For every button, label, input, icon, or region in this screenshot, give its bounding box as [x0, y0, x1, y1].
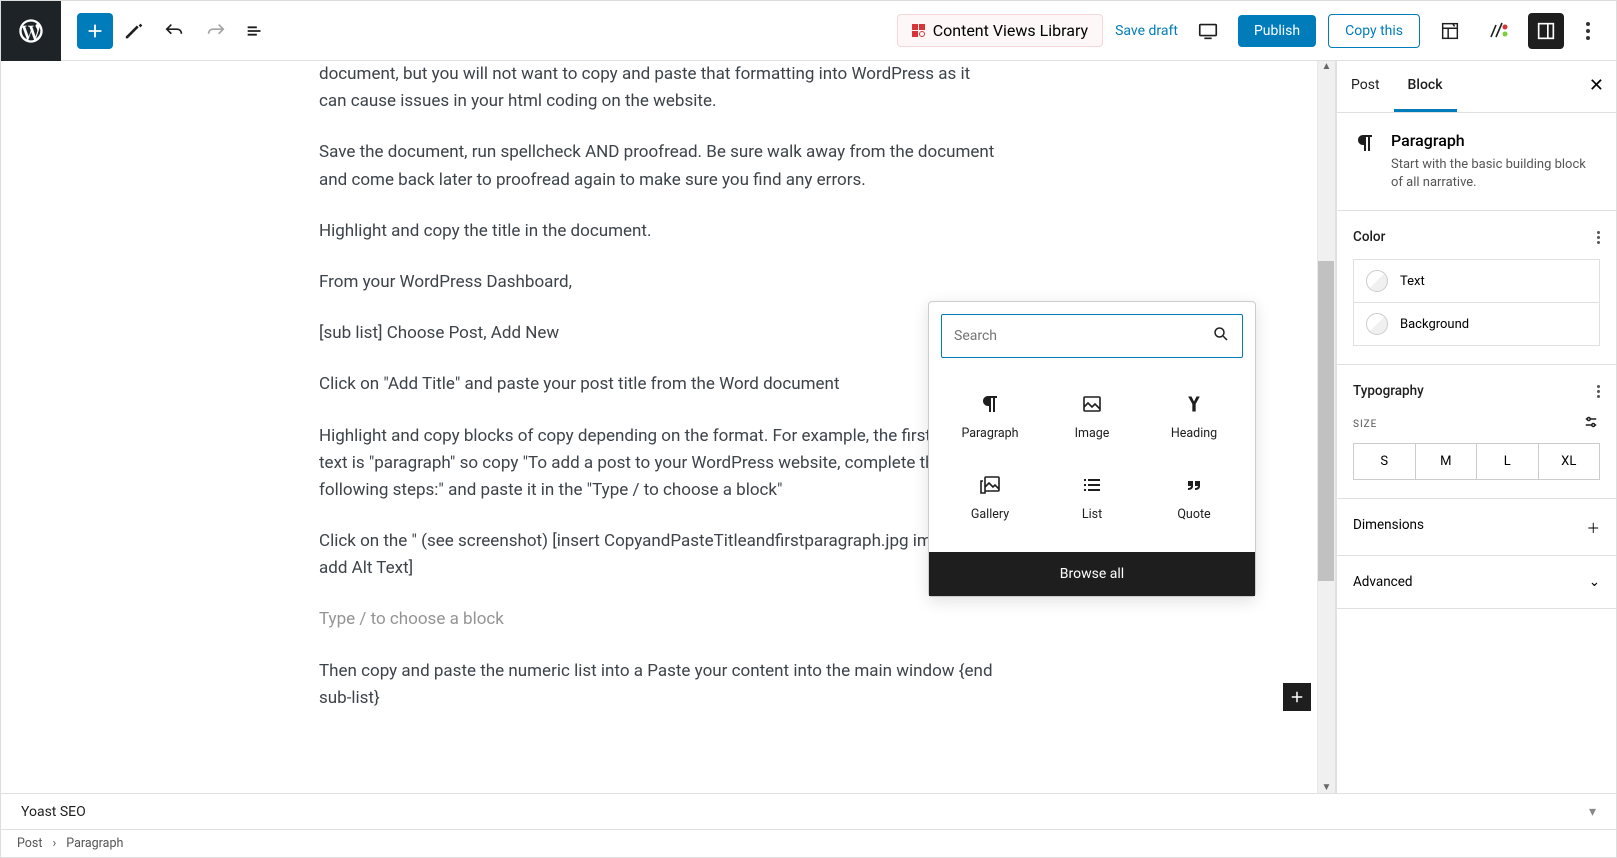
- chevron-down-icon: ▾: [1589, 804, 1596, 820]
- gallery-icon: [978, 473, 1002, 497]
- document-overview-icon[interactable]: [237, 13, 273, 49]
- inserter-search-field[interactable]: [941, 314, 1243, 358]
- breadcrumb-leaf[interactable]: Paragraph: [66, 836, 123, 851]
- paragraph-icon: [1353, 131, 1377, 192]
- block-label: Paragraph: [961, 426, 1018, 441]
- block-label: Image: [1075, 426, 1110, 441]
- advanced-label: Advanced: [1353, 574, 1413, 590]
- color-swatch-icon: [1366, 270, 1388, 292]
- add-block-button[interactable]: [1283, 683, 1311, 711]
- block-image-button[interactable]: Image: [1043, 378, 1141, 455]
- background-color-button[interactable]: Background: [1353, 302, 1600, 346]
- redo-icon[interactable]: [197, 13, 233, 49]
- settings-sidebar-toggle[interactable]: [1528, 13, 1564, 49]
- breadcrumb-root[interactable]: Post: [17, 836, 42, 851]
- tab-block[interactable]: Block: [1394, 61, 1457, 112]
- size-xl-button[interactable]: XL: [1539, 444, 1600, 479]
- chevron-down-icon: ⌄: [1589, 574, 1600, 590]
- dimensions-panel-toggle[interactable]: Dimensions ＋: [1337, 499, 1616, 556]
- yoast-metabox-toggle[interactable]: Yoast SEO ▾: [1, 793, 1616, 829]
- size-l-button[interactable]: L: [1477, 444, 1539, 479]
- plus-icon: ＋: [1587, 517, 1601, 537]
- paragraph-icon: [978, 392, 1002, 416]
- settings-sidebar: Post Block ✕ Paragraph Start with the ba…: [1336, 61, 1616, 793]
- image-icon: [1080, 392, 1104, 416]
- cv-icon: [912, 24, 925, 37]
- color-bg-label: Background: [1400, 317, 1469, 332]
- quote-icon: [1182, 473, 1206, 497]
- chevron-right-icon: ›: [52, 836, 56, 851]
- block-list-button[interactable]: List: [1043, 459, 1141, 536]
- block-paragraph-button[interactable]: Paragraph: [941, 378, 1039, 455]
- heading-icon: [1184, 392, 1204, 416]
- dimensions-label: Dimensions: [1353, 517, 1424, 537]
- paragraph-block[interactable]: Save the document, run spellcheck AND pr…: [319, 139, 999, 193]
- list-icon: [1080, 473, 1104, 497]
- paragraph-block[interactable]: Click on "Add Title" and paste your post…: [319, 371, 999, 398]
- content-views-library-button[interactable]: Content Views Library: [897, 14, 1103, 47]
- wordpress-logo[interactable]: [1, 1, 61, 61]
- block-inserter-toggle[interactable]: [77, 13, 113, 49]
- paragraph-block[interactable]: From your WordPress Dashboard,: [319, 269, 999, 296]
- size-label: SIZE: [1353, 419, 1377, 430]
- block-breadcrumb: Post › Paragraph: [1, 829, 1616, 857]
- block-gallery-button[interactable]: Gallery: [941, 459, 1039, 536]
- scroll-thumb[interactable]: [1318, 261, 1334, 581]
- yoast-label: Yoast SEO: [21, 804, 86, 820]
- block-inserter-popover: Paragraph Image Heading Gallery List Quo…: [928, 301, 1256, 597]
- empty-paragraph-block[interactable]: Type / to choose a block: [319, 606, 999, 633]
- color-panel-title: Color: [1353, 229, 1385, 245]
- font-size-picker: S M L XL: [1353, 443, 1600, 480]
- close-sidebar-icon[interactable]: ✕: [1589, 75, 1604, 96]
- save-draft-link[interactable]: Save draft: [1115, 23, 1178, 39]
- paragraph-block[interactable]: Highlight and copy blocks of copy depend…: [319, 423, 999, 505]
- paragraph-block[interactable]: [sub list] Choose Post, Add New: [319, 320, 999, 347]
- scroll-up-arrow[interactable]: ▲: [1318, 61, 1335, 72]
- block-quote-button[interactable]: Quote: [1145, 459, 1243, 536]
- paragraph-block[interactable]: Highlight and copy the title in the docu…: [319, 218, 999, 245]
- top-toolbar: Content Views Library Save draft Publish…: [1, 1, 1616, 61]
- tab-post[interactable]: Post: [1337, 61, 1394, 112]
- paragraph-block[interactable]: Click on the " (see screenshot) [insert …: [319, 528, 999, 582]
- copy-this-button[interactable]: Copy this: [1328, 14, 1420, 48]
- size-s-button[interactable]: S: [1354, 444, 1416, 479]
- editor-scrollbar[interactable]: ▲ ▼: [1317, 61, 1335, 793]
- custom-size-icon[interactable]: [1582, 413, 1600, 435]
- block-label: Heading: [1171, 426, 1217, 441]
- inserter-search-input[interactable]: [954, 328, 1212, 344]
- typography-panel-title: Typography: [1353, 383, 1424, 399]
- tools-icon[interactable]: [117, 13, 153, 49]
- publish-button[interactable]: Publish: [1238, 15, 1316, 47]
- text-color-button[interactable]: Text: [1353, 259, 1600, 302]
- advanced-panel-toggle[interactable]: Advanced ⌄: [1337, 556, 1616, 609]
- block-label: Gallery: [971, 507, 1009, 522]
- preview-icon[interactable]: [1190, 13, 1226, 49]
- cvlib-label: Content Views Library: [933, 21, 1088, 40]
- paragraph-block[interactable]: document, but you will not want to copy …: [319, 61, 999, 115]
- template-icon[interactable]: [1432, 13, 1468, 49]
- color-swatch-icon: [1366, 313, 1388, 335]
- color-panel-options-icon[interactable]: [1597, 231, 1600, 244]
- paragraph-block[interactable]: Then copy and paste the numeric list int…: [319, 658, 999, 712]
- options-menu-icon[interactable]: [1576, 22, 1600, 40]
- typography-panel-options-icon[interactable]: [1597, 385, 1600, 398]
- block-label: List: [1082, 507, 1102, 522]
- scroll-down-arrow[interactable]: ▼: [1318, 782, 1335, 793]
- block-heading-button[interactable]: Heading: [1145, 378, 1243, 455]
- block-name-label: Paragraph: [1391, 131, 1600, 150]
- browse-all-button[interactable]: Browse all: [929, 552, 1255, 596]
- block-label: Quote: [1177, 507, 1210, 522]
- search-icon: [1212, 325, 1230, 347]
- block-description: Start with the basic building block of a…: [1391, 156, 1600, 192]
- yoast-icon[interactable]: [1480, 13, 1516, 49]
- undo-icon[interactable]: [157, 13, 193, 49]
- color-text-label: Text: [1400, 274, 1425, 289]
- size-m-button[interactable]: M: [1416, 444, 1478, 479]
